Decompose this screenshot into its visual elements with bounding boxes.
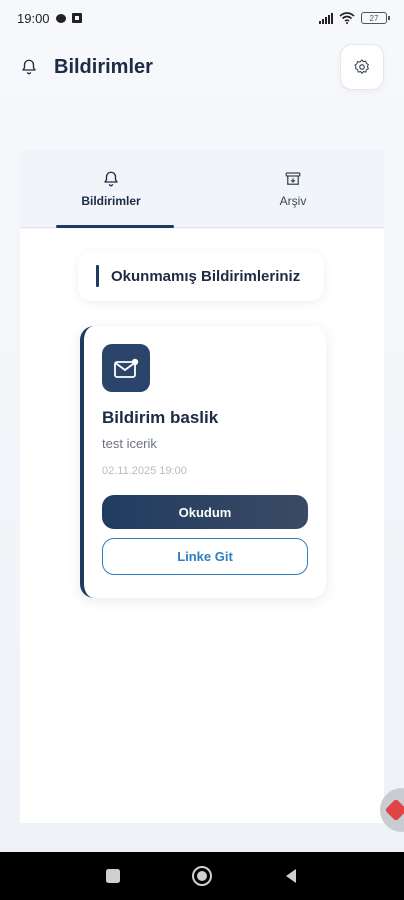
notification-card: Bildirim baslik test icerik 02.11.2025 1… <box>80 326 326 598</box>
chat-notification-icon <box>55 13 66 23</box>
tab-bar: Bildirimler Arşiv <box>20 150 384 228</box>
battery-icon: 27 <box>361 12 390 24</box>
battery-level: 27 <box>369 13 379 23</box>
section-title: Okunmamış Bildirimleriniz <box>111 267 301 285</box>
mail-icon <box>114 358 139 378</box>
system-nav-bar <box>0 852 404 900</box>
home-icon[interactable] <box>191 865 213 887</box>
section-header: Okunmamış Bildirimleriniz <box>78 251 324 301</box>
bell-icon <box>104 171 118 186</box>
settings-button[interactable] <box>340 44 384 90</box>
notification-date: 02.11.2025 19:00 <box>102 465 187 477</box>
tab-archive[interactable]: Arşiv <box>202 150 384 227</box>
notification-list: Okunmamış Bildirimleriniz Bildirim basli… <box>20 229 384 823</box>
recent-apps-icon[interactable] <box>105 868 121 884</box>
tab-notifications-label: Bildirimler <box>81 193 141 208</box>
diamond-icon <box>384 798 404 822</box>
mark-read-button[interactable]: Okudum <box>102 495 308 529</box>
notification-body: test icerik <box>102 436 157 451</box>
signal-icon <box>319 12 333 24</box>
back-icon[interactable] <box>283 868 299 884</box>
page-title: Bildirimler <box>54 55 153 78</box>
go-to-link-button[interactable]: Linke Git <box>102 538 308 575</box>
section-accent-bar <box>96 265 99 287</box>
app-notification-icon <box>71 13 82 23</box>
notification-title: Bildirim baslik <box>102 408 219 427</box>
notification-icon-box <box>102 344 150 392</box>
archive-icon <box>285 171 301 185</box>
tab-notifications[interactable]: Bildirimler <box>20 150 202 228</box>
wifi-icon <box>339 12 355 24</box>
gear-icon <box>354 59 369 74</box>
header: Bildirimler <box>0 44 404 90</box>
status-time: 19:00 <box>17 10 50 26</box>
bell-icon <box>22 59 36 75</box>
tab-archive-label: Arşiv <box>279 193 307 208</box>
status-bar: 19:00 27 <box>0 0 404 36</box>
